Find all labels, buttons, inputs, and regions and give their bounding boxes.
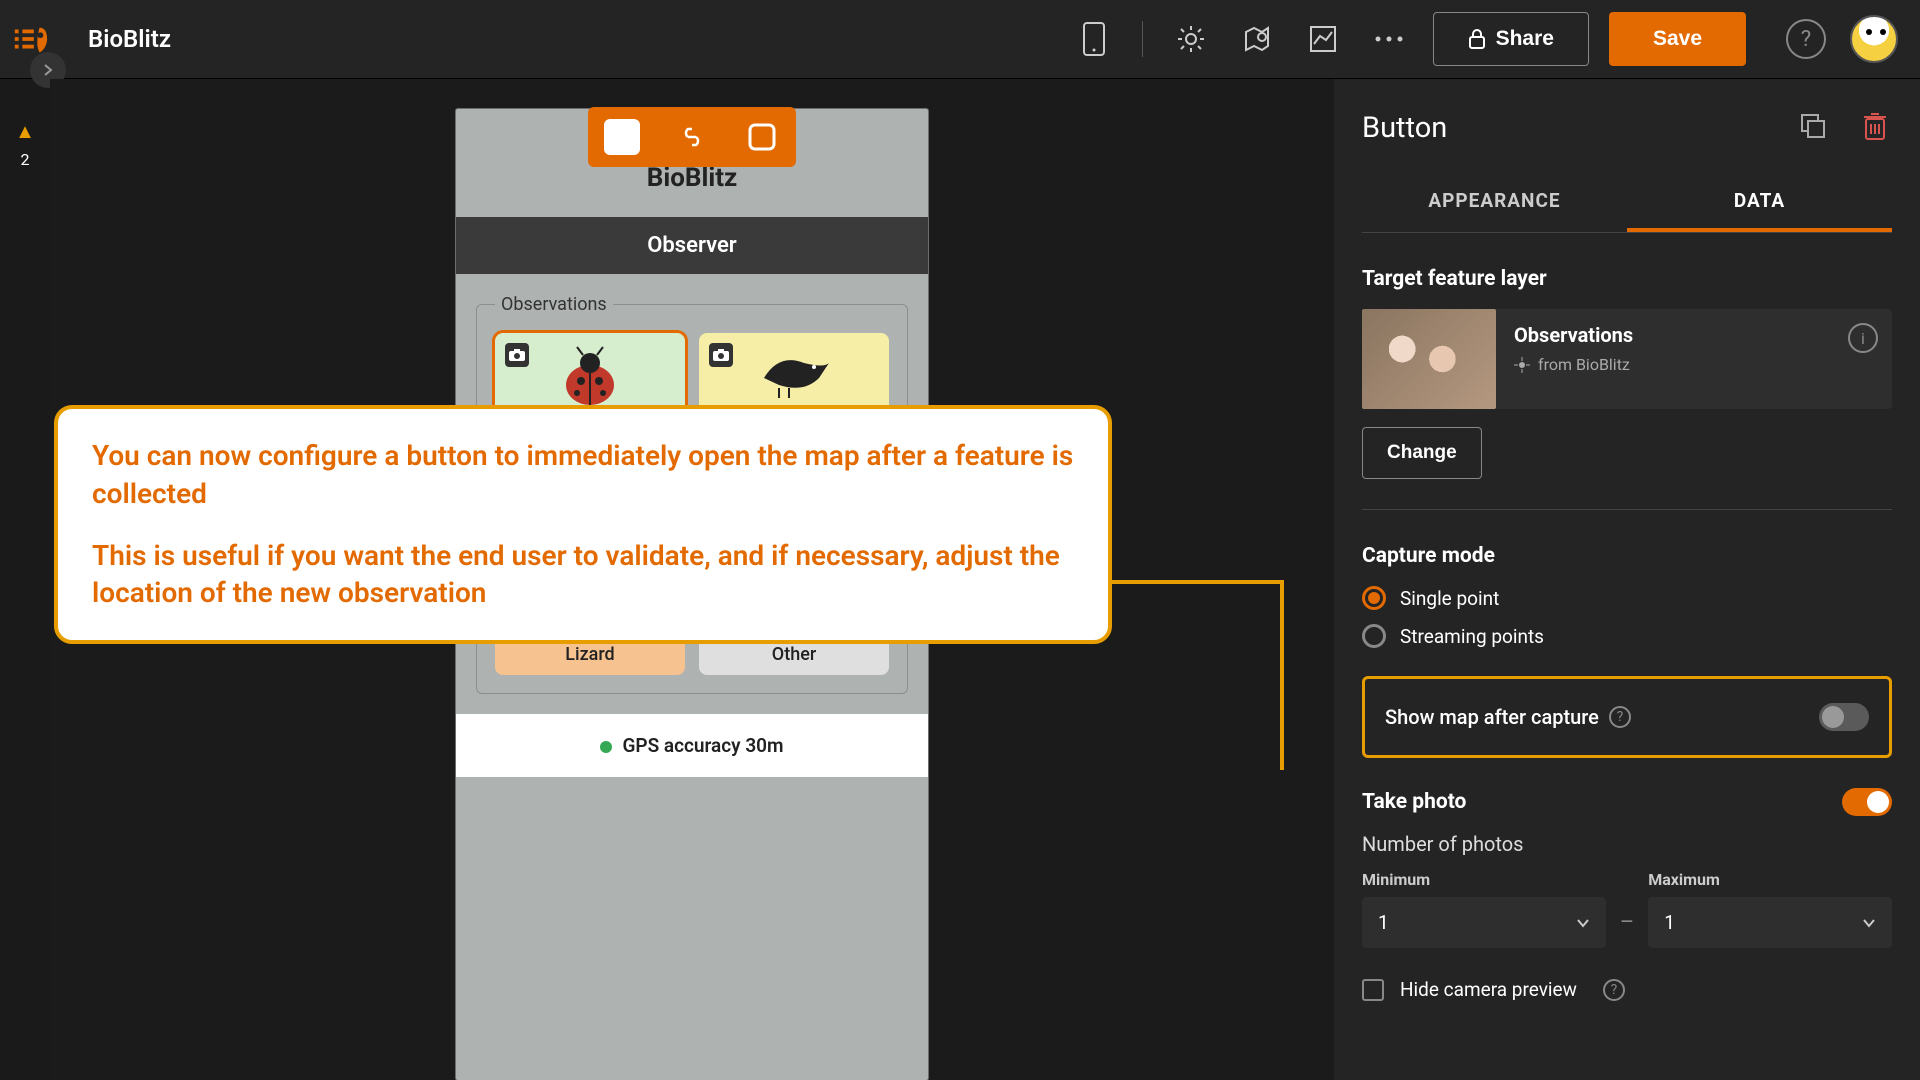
share-button[interactable]: Share <box>1433 12 1589 66</box>
callout-connector <box>1112 580 1284 584</box>
help-tooltip-icon[interactable]: ? <box>1603 979 1625 1001</box>
take-photo-row: Take photo <box>1362 788 1892 816</box>
delete-button[interactable] <box>1862 111 1892 145</box>
layer-info-button[interactable]: i <box>1848 323 1878 353</box>
panel-title: Button <box>1362 111 1447 145</box>
warning-count: 2 <box>21 150 30 169</box>
max-label: Maximum <box>1648 870 1892 889</box>
layer-source: from BioBlitz <box>1514 355 1830 374</box>
panel-tabs: APPEARANCE DATA <box>1362 173 1892 233</box>
duplicate-button[interactable] <box>1798 111 1832 145</box>
app-header: BioBlitz Share Save ? <box>0 0 1920 79</box>
callout-text-1: You can now configure a button to immedi… <box>92 437 1074 513</box>
min-photos-select[interactable]: 1 <box>1362 897 1606 948</box>
radio-icon <box>1362 624 1386 648</box>
tab-appearance[interactable]: APPEARANCE <box>1362 173 1627 232</box>
phone-preview-icon[interactable] <box>1070 15 1118 63</box>
save-button[interactable]: Save <box>1609 12 1746 66</box>
header-toolbar <box>1070 15 1413 63</box>
chevron-down-icon <box>1576 918 1590 928</box>
checkbox-icon <box>1362 979 1384 1001</box>
warning-icon[interactable]: ▲ <box>15 119 35 144</box>
change-layer-button[interactable]: Change <box>1362 427 1482 479</box>
properties-panel: Button APPEARANCE DATA Target feature la… <box>1334 79 1920 1080</box>
number-photos-label: Number of photos <box>1362 832 1892 856</box>
radio-label: Streaming points <box>1400 625 1544 648</box>
range-dash: – <box>1620 910 1634 935</box>
layer-thumbnail <box>1362 309 1496 409</box>
capture-mode-heading: Capture mode <box>1362 544 1892 568</box>
gps-status-bar: GPS accuracy 30m <box>456 714 928 777</box>
callout-connector <box>1280 580 1284 770</box>
gps-dot-icon <box>600 741 612 753</box>
left-rail: ▲ 2 <box>0 79 50 1080</box>
target-layer-row: Observations from BioBlitz i <box>1362 309 1892 409</box>
preview-observer-bar[interactable]: Observer <box>456 217 928 274</box>
page-title: BioBlitz <box>88 25 171 53</box>
radio-single-point[interactable]: Single point <box>1362 586 1892 610</box>
take-photo-label: Take photo <box>1362 790 1466 814</box>
show-map-after-capture-row: Show map after capture ? <box>1362 676 1892 758</box>
more-icon[interactable] <box>1365 15 1413 63</box>
hide-preview-label: Hide camera preview <box>1400 978 1577 1001</box>
toolbar-button-outline[interactable] <box>744 119 780 155</box>
take-photo-toggle[interactable] <box>1842 788 1892 816</box>
toolbar-button-link[interactable] <box>674 119 710 155</box>
radio-label: Single point <box>1400 587 1499 610</box>
ladybug-icon <box>555 343 625 413</box>
chart-icon[interactable] <box>1299 15 1347 63</box>
map-icon[interactable] <box>1233 15 1281 63</box>
camera-icon <box>505 343 529 367</box>
radio-streaming-points[interactable]: Streaming points <box>1362 624 1892 648</box>
camera-icon <box>709 343 733 367</box>
element-toolbar <box>588 109 796 167</box>
show-map-toggle[interactable] <box>1819 703 1869 731</box>
toolbar-button-square[interactable] <box>604 119 640 155</box>
obs-label: Other <box>772 644 816 665</box>
layer-name: Observations <box>1514 323 1830 347</box>
hide-camera-preview-row[interactable]: Hide camera preview ? <box>1362 978 1892 1001</box>
settings-icon[interactable] <box>1167 15 1215 63</box>
blackbird-icon <box>749 343 839 403</box>
chevron-down-icon <box>1862 918 1876 928</box>
observations-legend: Observations <box>495 294 613 315</box>
tab-data[interactable]: DATA <box>1627 173 1892 232</box>
help-tooltip-icon[interactable]: ? <box>1609 706 1631 728</box>
share-label: Share <box>1496 27 1554 51</box>
point-icon <box>1514 357 1530 373</box>
radio-icon <box>1362 586 1386 610</box>
show-map-label: Show map after capture <box>1385 705 1599 729</box>
target-layer-heading: Target feature layer <box>1362 267 1892 291</box>
callout-text-2: This is useful if you want the end user … <box>92 537 1074 613</box>
help-icon[interactable]: ? <box>1786 19 1826 59</box>
user-avatar[interactable] <box>1850 15 1898 63</box>
annotation-callout: You can now configure a button to immedi… <box>54 405 1112 644</box>
lock-icon <box>1468 28 1486 50</box>
obs-label: Lizard <box>565 644 614 665</box>
max-photos-select[interactable]: 1 <box>1648 897 1892 948</box>
min-label: Minimum <box>1362 870 1606 889</box>
